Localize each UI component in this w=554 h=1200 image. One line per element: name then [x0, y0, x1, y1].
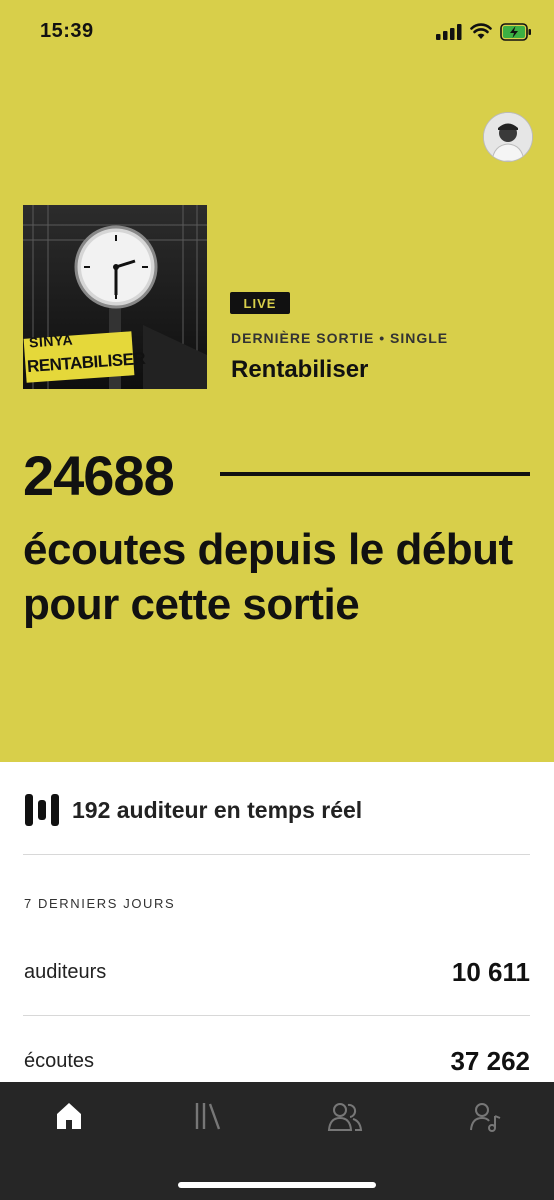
home-icon: [57, 1103, 81, 1129]
stat-row-streams: écoutes 37 262: [24, 1042, 530, 1082]
realtime-bars-icon: [25, 794, 59, 826]
home-indicator[interactable]: [178, 1182, 376, 1188]
divider: [23, 1015, 530, 1016]
status-bar: 15:39: [0, 0, 554, 70]
stream-count-description: écoutes depuis le début pour cette sorti…: [23, 525, 513, 629]
stat-value: 10 611: [451, 957, 530, 987]
avatar-image: [484, 113, 532, 161]
profile-avatar[interactable]: [483, 112, 533, 162]
status-time: 15:39: [40, 20, 94, 42]
artist-profile-icon: [470, 1103, 501, 1132]
release-cover-art[interactable]: SINYA RENTABILISER: [23, 205, 207, 389]
tab-artist-profile[interactable]: [456, 1100, 516, 1150]
last-7-days-label: 7 DERNIERS JOURS: [24, 896, 176, 911]
library-icon: [195, 1103, 221, 1130]
tab-library[interactable]: [178, 1100, 238, 1150]
divider: [23, 854, 530, 855]
audience-icon: [327, 1103, 363, 1131]
release-title[interactable]: Rentabiliser: [231, 356, 368, 384]
tab-audience[interactable]: [315, 1100, 375, 1150]
battery-charging-icon: [500, 23, 531, 41]
stat-label: auditeurs: [24, 961, 107, 983]
stat-row-listeners: auditeurs 10 611: [24, 953, 530, 993]
cellular-signal-icon: [436, 24, 462, 40]
cover-artist-text: SINYA: [28, 331, 74, 351]
stat-label: écoutes: [24, 1050, 95, 1072]
realtime-listeners: 192 auditeur en temps réel: [24, 790, 530, 830]
release-meta: DERNIÈRE SORTIE • SINGLE: [231, 330, 449, 346]
hero-section: 15:39 SINYA RENTABILISER LIVE DERNIÈRE S…: [0, 0, 554, 762]
decorative-rule: [220, 472, 530, 476]
stream-count: 24688: [23, 444, 175, 507]
realtime-listeners-text: 192 auditeur en temps réel: [72, 796, 363, 823]
stat-value: 37 262: [450, 1046, 530, 1076]
wifi-icon: [470, 23, 492, 39]
tab-home[interactable]: [39, 1100, 99, 1150]
live-badge: LIVE: [230, 292, 290, 314]
